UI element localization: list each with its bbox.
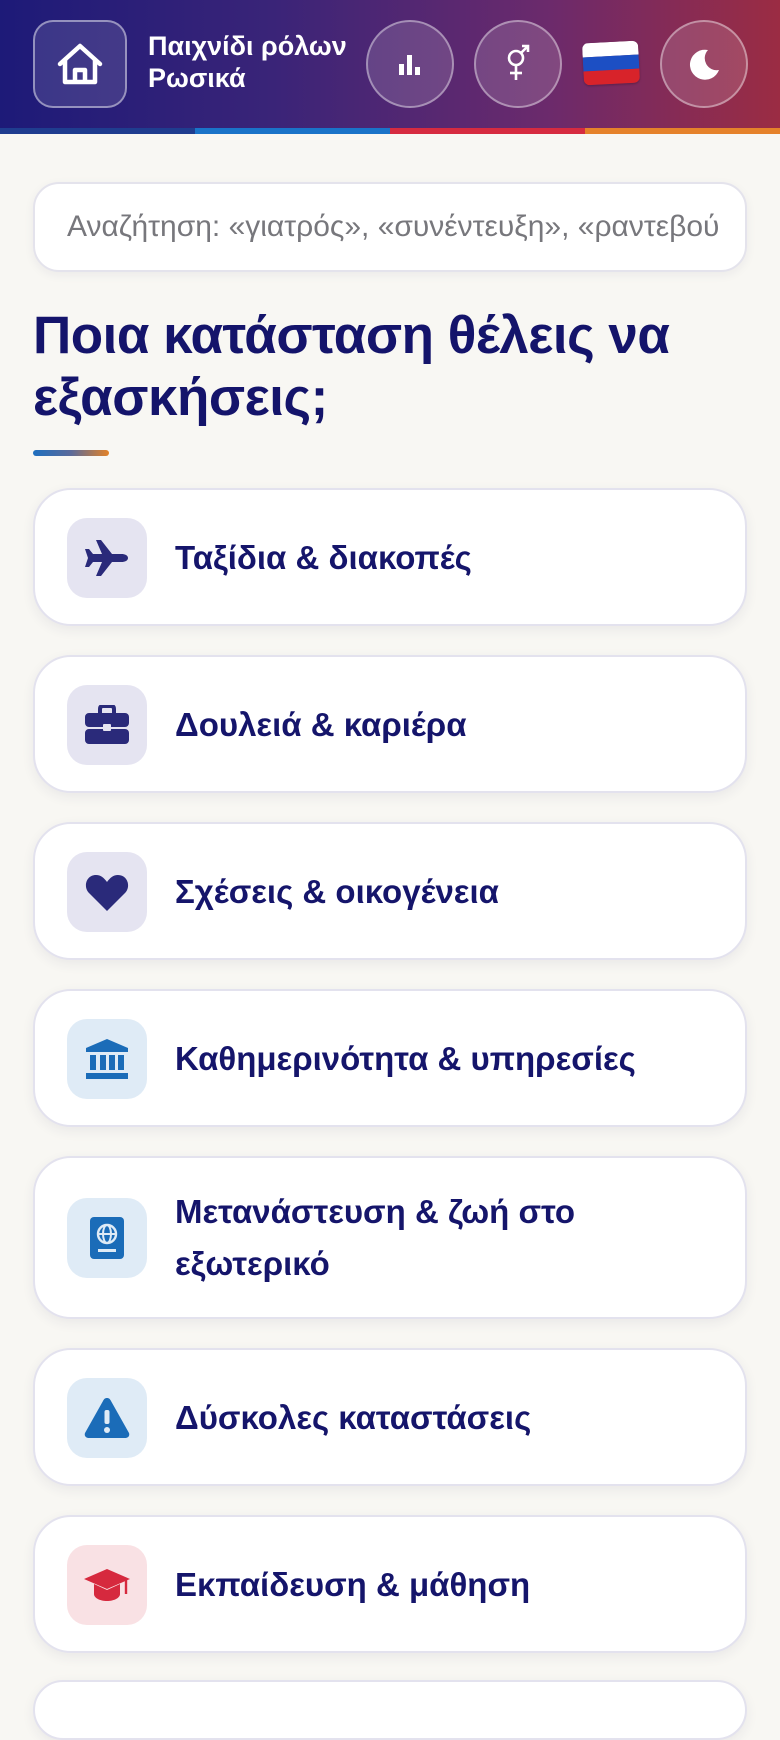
category-card-relationships[interactable]: Σχέσεις & οικογένεια [33,822,747,960]
warning-icon [84,1398,130,1438]
title-underline [33,450,109,456]
category-card-work[interactable]: Δουλειά & καριέρα [33,655,747,793]
category-icon-box [67,1019,147,1099]
stripe-segment [195,128,390,134]
category-card-education[interactable]: Εκπαίδευση & μάθηση [33,1515,747,1653]
gender-button[interactable] [474,20,562,108]
app-header: Παιχνίδι ρόλων Ρωσικά [0,0,780,128]
category-label: Μετανάστευση & ζωή στο εξωτερικό [175,1193,576,1282]
stats-button[interactable] [366,20,454,108]
passport-icon [90,1217,124,1259]
stripe-segment [390,128,585,134]
russia-flag-icon[interactable] [581,40,641,86]
moon-icon [689,49,719,80]
graduation-cap-icon [84,1569,130,1601]
bar-chart-icon [399,55,420,75]
theme-toggle-button[interactable] [660,20,748,108]
header-color-stripe [0,128,780,134]
stripe-segment [0,128,195,134]
gender-icon [507,44,530,80]
category-icon-box [67,1198,147,1278]
category-icon-box [67,685,147,765]
page-title: Ποια κατάσταση θέλεις να εξασκήσεις; [33,306,670,427]
category-label: Σχέσεις & οικογένεια [175,873,499,910]
category-icon-box [67,518,147,598]
briefcase-icon [85,705,129,744]
category-icon-box [67,852,147,932]
category-label: Ταξίδια & διακοπές [175,539,472,576]
category-label: Εκπαίδευση & μάθηση [175,1566,531,1603]
stripe-segment [585,128,780,134]
category-label: Δύσκολες καταστάσεις [175,1399,532,1436]
category-label: Δουλειά & καριέρα [175,706,467,743]
category-icon-box [67,1378,147,1458]
home-button[interactable] [33,20,127,108]
search-box [33,182,747,272]
category-card-migration[interactable]: Μετανάστευση & ζωή στο εξωτερικό [33,1156,747,1319]
airplane-icon [85,540,128,576]
heart-icon [85,875,129,911]
category-card-difficult-situations[interactable]: Δύσκολες καταστάσεις [33,1348,747,1486]
category-card-daily-life[interactable]: Καθημερινότητα & υπηρεσίες [33,989,747,1127]
bank-icon [86,1039,128,1079]
category-card-travel[interactable]: Ταξίδια & διακοπές [33,488,747,626]
search-input[interactable] [67,184,719,270]
home-icon [57,43,103,85]
category-card-more[interactable] [33,1680,747,1740]
category-icon-box [67,1545,147,1625]
category-label: Καθημερινότητα & υπηρεσίες [175,1040,636,1077]
app-title: Παιχνίδι ρόλων Ρωσικά [148,31,347,93]
